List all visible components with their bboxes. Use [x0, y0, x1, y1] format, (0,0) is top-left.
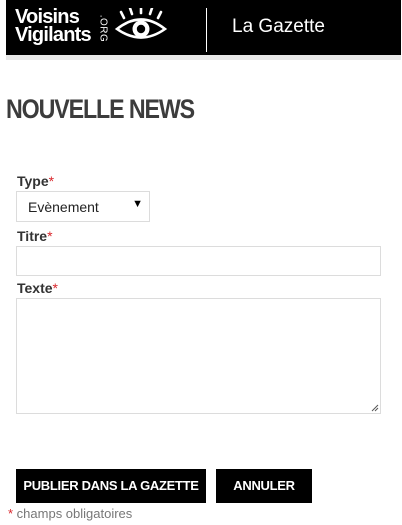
site-header: Voisins Vigilants .ORG La Gazette	[6, 0, 401, 55]
section-title[interactable]: La Gazette	[232, 16, 325, 38]
title-label-text: Titre	[17, 228, 48, 244]
title-input[interactable]	[16, 246, 381, 276]
required-mark: *	[47, 228, 53, 244]
text-label: Texte*	[17, 280, 58, 296]
publish-button[interactable]: PUBLIER DANS LA GAZETTE	[16, 469, 206, 503]
site-logo[interactable]: Voisins Vigilants	[15, 7, 92, 46]
type-select[interactable]: Evènement ▼	[16, 191, 150, 222]
page-title: NOUVELLE NEWS	[6, 94, 195, 124]
required-mark: *	[52, 280, 58, 296]
chevron-down-icon: ▼	[132, 198, 143, 210]
cancel-button[interactable]: ANNULER	[216, 469, 312, 503]
required-fields-text: champs obligatoires	[13, 506, 133, 521]
type-label: Type*	[17, 173, 54, 189]
type-select-value: Evènement	[28, 199, 99, 215]
required-mark: *	[48, 173, 55, 189]
text-label-text: Texte	[17, 280, 53, 296]
header-divider	[206, 8, 207, 52]
logo-line-2: Vigilants	[15, 24, 92, 46]
text-textarea[interactable]	[16, 298, 381, 414]
logo-org-text: .ORG	[97, 14, 109, 43]
type-label-text: Type	[17, 173, 49, 189]
required-fields-note: * champs obligatoires	[8, 506, 132, 521]
header-shadow	[6, 55, 401, 60]
title-label: Titre*	[17, 228, 53, 244]
logo-org: .ORG	[96, 12, 109, 46]
eye-logo-icon	[114, 8, 168, 39]
resize-grip-icon[interactable]	[371, 404, 379, 412]
